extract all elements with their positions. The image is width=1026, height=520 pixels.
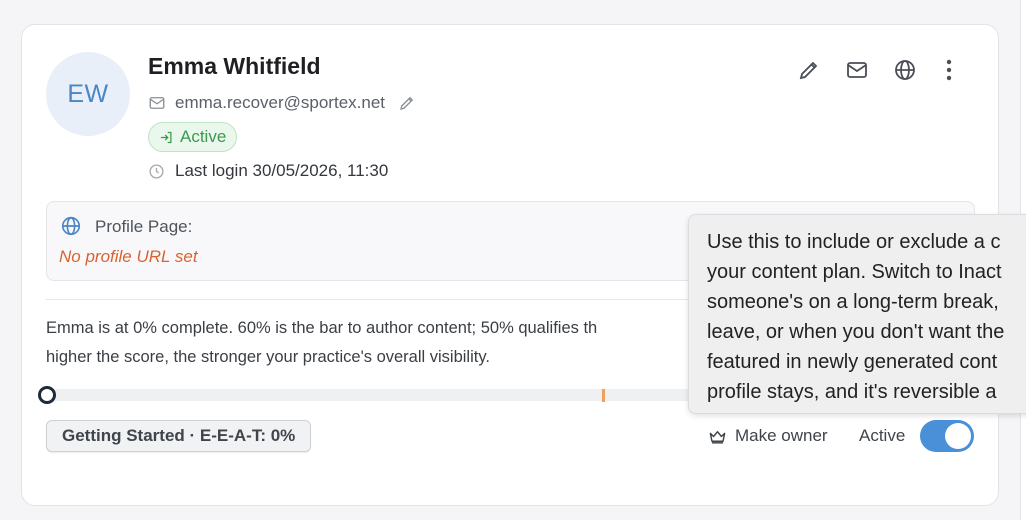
email-row: emma.recover@sportex.net (148, 93, 416, 113)
last-login-text: Last login 30/05/2026, 11:30 (175, 161, 389, 180)
status-toggle-label: Active (859, 426, 906, 445)
tooltip-line: featured in newly generated cont (707, 351, 998, 373)
pencil-icon (799, 61, 818, 80)
make-owner-button[interactable]: Make owner (708, 422, 828, 450)
member-email: emma.recover@sportex.net (175, 93, 386, 112)
progress-description-line-1: Emma is at 0% complete. 60% is the bar t… (46, 319, 598, 337)
author-threshold-marker (602, 389, 606, 402)
make-owner-label: Make owner (735, 426, 828, 445)
login-icon (160, 131, 172, 143)
active-toggle[interactable] (920, 420, 974, 452)
status-tooltip: Use this to include or exclude a c your … (688, 214, 1026, 414)
globe-icon (61, 216, 81, 236)
status-badge: Active (148, 122, 238, 152)
card-actions (796, 57, 958, 83)
edit-email-icon[interactable] (398, 94, 416, 112)
progress-indicator (38, 386, 56, 404)
progress-description: Emma is at 0% complete. 60% is the bar t… (46, 314, 706, 372)
email-button[interactable] (844, 57, 870, 83)
tooltip-line: leave, or when you don't want the (707, 321, 1005, 343)
level-badge: Getting Started · E-E-A-T: 0% (46, 420, 312, 452)
edit-button[interactable] (796, 57, 822, 83)
toggle-thumb (945, 423, 971, 449)
profile-page-button[interactable] (892, 57, 918, 83)
member-name: Emma Whitfield (148, 53, 321, 79)
globe-icon (895, 60, 915, 80)
more-vertical-icon (946, 59, 952, 81)
tooltip-line: Use this to include or exclude a c (707, 231, 1001, 253)
clock-icon (149, 163, 164, 179)
tooltip-line: your content plan. Switch to Inact (707, 261, 1002, 283)
progress-description-line-2: higher the score, the stronger your prac… (46, 348, 490, 366)
mail-icon (847, 62, 867, 78)
mail-icon (149, 97, 165, 109)
profile-page-label: Profile Page: (95, 217, 193, 236)
tooltip-line: someone's on a long-term break, (707, 291, 999, 313)
avatar: EW (46, 52, 130, 136)
status-badge-label: Active (180, 127, 227, 146)
crown-icon (709, 430, 726, 444)
tooltip-line: profile stays, and it's reversible a (707, 381, 997, 403)
profile-url-empty: No profile URL set (59, 247, 198, 266)
more-options-button[interactable] (940, 57, 958, 83)
last-login-row: Last login 30/05/2026, 11:30 (148, 161, 388, 181)
